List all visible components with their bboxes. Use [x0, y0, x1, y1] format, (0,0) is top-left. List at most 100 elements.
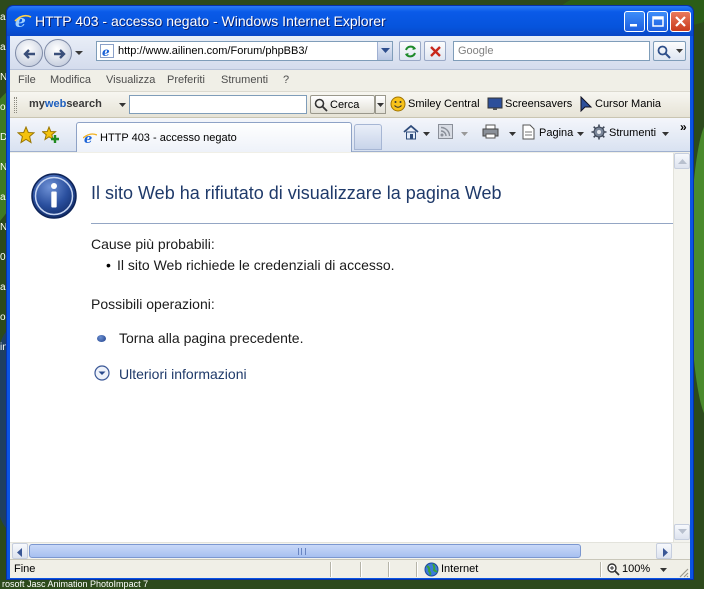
svg-text:e: e [15, 12, 26, 30]
screensavers-link[interactable]: Screensavers [505, 98, 572, 110]
close-button[interactable] [670, 11, 691, 32]
menu-view[interactable]: Visualizza [106, 74, 155, 86]
search-icon [657, 45, 671, 59]
toolbar-overflow-chevron[interactable]: » [680, 120, 687, 134]
refresh-button[interactable] [399, 41, 421, 61]
title-bar[interactable]: e HTTP 403 - accesso negato - Windows In… [7, 6, 693, 36]
zoom-icon [607, 563, 620, 576]
address-url: http://www.ailinen.com/Forum/phpBB3/ [118, 45, 308, 57]
cursor-icon [580, 96, 593, 112]
menu-edit[interactable]: Modifica [50, 74, 91, 86]
search-placeholder: Google [458, 45, 494, 57]
ie-window: e HTTP 403 - accesso negato - Windows In… [6, 5, 694, 580]
maximize-icon [652, 16, 664, 27]
chevron-left-icon [17, 548, 22, 557]
add-favorites-icon[interactable] [42, 126, 60, 144]
forward-button[interactable] [44, 39, 72, 67]
tab-http-403[interactable]: e HTTP 403 - accesso negato [76, 122, 352, 152]
globe-icon [424, 562, 439, 577]
cerca-label: Cerca [330, 99, 360, 111]
new-tab-button[interactable] [354, 124, 382, 150]
status-divider [600, 562, 602, 577]
chevron-down-icon[interactable] [119, 103, 126, 108]
home-icon[interactable] [403, 124, 419, 140]
chevron-down-icon[interactable] [662, 132, 669, 137]
cursor-mania-link[interactable]: Cursor Mania [595, 98, 661, 110]
cerca-button[interactable]: Cerca [310, 95, 375, 114]
list-bullet: • [106, 257, 111, 273]
back-arrow-icon [23, 49, 35, 59]
maximize-button[interactable] [647, 11, 668, 32]
window-title: HTTP 403 - accesso negato - Windows Inte… [35, 13, 386, 29]
tools-menu-button[interactable]: Strumenti [609, 127, 656, 139]
more-info-link[interactable]: Ulteriori informazioni [119, 366, 247, 382]
bullet-icon [97, 335, 106, 342]
page-ie-icon: e [100, 44, 114, 58]
cerca-dropdown[interactable] [375, 95, 386, 114]
page-menu-button[interactable]: Pagina [539, 127, 573, 139]
logo-web: web [44, 98, 67, 110]
menu-help[interactable]: ? [283, 74, 289, 86]
horizontal-scroll-thumb[interactable] [29, 544, 581, 558]
scroll-down-button[interactable] [674, 524, 690, 540]
horizontal-scrollbar[interactable] [10, 542, 690, 559]
taskbar-items[interactable]: rosoft Jasc Animation PhotoImpact 7 [0, 580, 704, 589]
status-bar: Fine Internet 100% [10, 559, 690, 578]
mywebsearch-input[interactable] [129, 95, 307, 114]
expand-down-icon[interactable] [94, 365, 110, 381]
chevron-down-icon [676, 49, 683, 53]
search-icon [314, 98, 328, 112]
menu-tools[interactable]: Strumenti [221, 74, 268, 86]
chevron-down-icon[interactable] [461, 132, 468, 137]
favorites-star-icon[interactable] [17, 126, 35, 144]
back-to-previous-link[interactable]: Torna alla pagina precedente. [119, 330, 303, 346]
toolbar-grip[interactable] [14, 97, 17, 113]
mywebsearch-logo[interactable]: mywebsearch [29, 98, 102, 110]
info-icon [31, 173, 77, 219]
refresh-icon [405, 45, 416, 58]
tab-label: HTTP 403 - accesso negato [100, 132, 237, 144]
tab-bar: e HTTP 403 - accesso negato Pagina Strum… [10, 118, 690, 152]
status-divider [360, 562, 362, 577]
recent-pages-dropdown-icon[interactable] [74, 48, 84, 58]
actions-title: Possibili operazioni: [91, 296, 215, 312]
menu-favorites[interactable]: Preferiti [167, 74, 205, 86]
status-divider [388, 562, 390, 577]
print-icon[interactable] [482, 124, 499, 139]
close-icon [675, 16, 686, 27]
stop-button[interactable] [424, 41, 446, 61]
address-field[interactable]: e http://www.ailinen.com/Forum/phpBB3/ [96, 41, 393, 61]
monitor-icon [487, 97, 503, 110]
ie-logo-icon: e [14, 12, 32, 30]
chevron-down-icon [377, 103, 384, 107]
scroll-right-button[interactable] [656, 543, 672, 559]
vertical-scrollbar[interactable] [673, 153, 690, 542]
chevron-down-icon[interactable] [660, 568, 667, 573]
scroll-left-button[interactable] [12, 543, 28, 559]
zoom-level[interactable]: 100% [622, 563, 650, 575]
thumb-grip [298, 548, 306, 555]
menu-file[interactable]: File [18, 74, 36, 86]
page-content: Il sito Web ha rifiutato di visualizzare… [10, 153, 673, 542]
feeds-icon[interactable] [438, 124, 453, 139]
search-button[interactable] [653, 41, 686, 61]
chevron-down-icon[interactable] [577, 132, 584, 137]
chevron-up-icon [678, 159, 687, 164]
search-field[interactable]: Google [453, 41, 650, 61]
minimize-button[interactable] [624, 11, 645, 32]
smiley-icon [390, 96, 406, 112]
smiley-central-link[interactable]: Smiley Central [408, 98, 480, 110]
security-zone[interactable]: Internet [441, 563, 478, 575]
minimize-icon [630, 24, 637, 27]
chevron-down-icon[interactable] [509, 132, 516, 137]
scroll-up-button[interactable] [674, 153, 690, 169]
address-dropdown-button[interactable] [377, 42, 392, 60]
resize-grip-icon[interactable] [678, 567, 689, 578]
stop-icon [430, 46, 441, 57]
svg-text:e: e [102, 45, 110, 58]
logo-prefix: my [29, 98, 45, 110]
back-button[interactable] [15, 39, 43, 67]
heading-divider [91, 223, 673, 224]
chevron-down-icon[interactable] [423, 132, 430, 137]
mywebsearch-toolbar: mywebsearch Cerca Smiley Central Screens… [10, 92, 690, 118]
